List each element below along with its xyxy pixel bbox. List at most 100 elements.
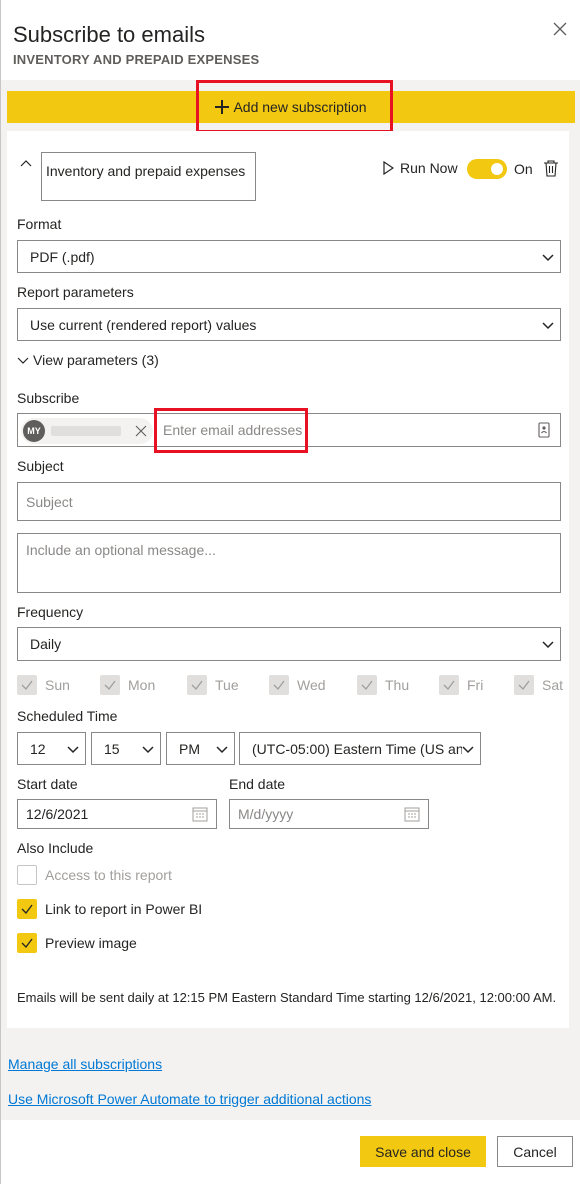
subscription-toggle[interactable]	[467, 159, 507, 179]
hour-value: 12	[30, 740, 46, 757]
day-label: Mon	[128, 677, 156, 693]
dialog-title: Subscribe to emails	[13, 22, 205, 47]
day-checkbox-sat[interactable]: Sat	[514, 675, 563, 695]
day-label: Wed	[297, 677, 326, 693]
chevron-down-icon	[542, 321, 554, 329]
dialog-subtitle: INVENTORY AND PREPAID EXPENSES	[13, 52, 260, 67]
day-label: Fri	[467, 677, 484, 693]
start-date-label: Start date	[17, 776, 78, 792]
chevron-down-icon	[67, 745, 79, 753]
preview-image-checkbox[interactable]: Preview image	[17, 933, 137, 953]
ampm-value: PM	[179, 740, 200, 757]
format-select[interactable]: PDF (.pdf)	[17, 240, 561, 273]
scheduled-time-label: Scheduled Time	[17, 708, 118, 724]
checkmark-icon	[100, 675, 120, 695]
hour-select[interactable]: 12	[17, 732, 86, 765]
remove-recipient-icon[interactable]	[135, 425, 147, 437]
day-checkbox-sun[interactable]: Sun	[17, 675, 70, 695]
checkmark-icon	[269, 675, 289, 695]
add-subscription-label: Add new subscription	[233, 99, 367, 115]
minute-select[interactable]: 15	[91, 732, 161, 765]
day-checkbox-wed[interactable]: Wed	[269, 675, 326, 695]
plus-icon	[215, 100, 230, 114]
trash-icon[interactable]	[543, 159, 559, 177]
chevron-down-icon	[216, 745, 228, 753]
checkmark-icon	[17, 933, 37, 953]
frequency-select[interactable]: Daily	[17, 627, 561, 661]
ampm-select[interactable]: PM	[166, 732, 235, 765]
format-value: PDF (.pdf)	[30, 248, 95, 265]
message-input[interactable]	[17, 533, 561, 593]
report-parameters-label: Report parameters	[17, 284, 134, 300]
link-report-label: Link to report in Power BI	[45, 901, 203, 917]
access-report-checkbox[interactable]: Access to this report	[17, 865, 172, 885]
day-label: Sat	[542, 677, 564, 693]
format-label: Format	[17, 216, 62, 232]
day-checkbox-mon[interactable]: Mon	[100, 675, 155, 695]
checkmark-icon	[439, 675, 459, 695]
start-date-value: 12/6/2021	[26, 806, 89, 822]
link-report-checkbox[interactable]: Link to report in Power BI	[17, 899, 202, 919]
recipient-name-redacted	[51, 426, 121, 436]
address-book-icon[interactable]	[538, 422, 550, 438]
subscription-name-field[interactable]: Inventory and prepaid expenses	[41, 152, 256, 201]
checkmark-icon	[187, 675, 207, 695]
checkmark-icon	[17, 899, 37, 919]
checkbox-empty	[17, 865, 37, 885]
chevron-down-icon	[542, 253, 554, 261]
start-date-field[interactable]: 12/6/2021	[17, 799, 217, 829]
day-label: Thu	[385, 677, 410, 693]
email-recipients-field: MY	[17, 413, 561, 447]
run-now-button[interactable]: Run Now	[382, 160, 458, 176]
frequency-value: Daily	[30, 636, 62, 652]
access-report-label: Access to this report	[45, 867, 172, 883]
also-include-label: Also Include	[17, 840, 94, 856]
end-date-label: End date	[229, 776, 286, 792]
view-parameters-toggle[interactable]: View parameters (3)	[17, 352, 159, 368]
end-date-placeholder: M/d/yyyy	[238, 806, 294, 822]
calendar-icon[interactable]	[192, 806, 208, 822]
dialog-footer	[1, 1120, 580, 1184]
minute-value: 15	[104, 740, 120, 757]
frequency-label: Frequency	[17, 604, 84, 620]
email-input[interactable]	[163, 420, 533, 440]
toggle-label: On	[514, 161, 533, 177]
end-date-field[interactable]: M/d/yyyy	[229, 799, 429, 829]
day-checkbox-fri[interactable]: Fri	[439, 675, 483, 695]
checkmark-icon	[17, 675, 37, 695]
avatar: MY	[23, 420, 45, 442]
report-parameters-select[interactable]: Use current (rendered report) values	[17, 308, 561, 341]
schedule-summary: Emails will be sent daily at 12:15 PM Ea…	[17, 990, 557, 1005]
dialog-header: Subscribe to emails INVENTORY AND PREPAI…	[1, 0, 580, 80]
view-parameters-label: View parameters (3)	[33, 352, 159, 368]
chevron-down-icon	[142, 745, 154, 753]
subject-label: Subject	[17, 458, 64, 474]
subject-input[interactable]	[17, 482, 561, 521]
checkmark-icon	[514, 675, 534, 695]
manage-subscriptions-link[interactable]: Manage all subscriptions	[8, 1056, 162, 1072]
timezone-select[interactable]: (UTC-05:00) Eastern Time (US and	[239, 732, 481, 765]
chevron-down-icon	[462, 743, 474, 754]
chevron-down-icon	[542, 641, 554, 649]
power-automate-link[interactable]: Use Microsoft Power Automate to trigger …	[8, 1091, 371, 1107]
day-checkbox-thu[interactable]: Thu	[357, 675, 409, 695]
day-checkbox-tue[interactable]: Tue	[187, 675, 239, 695]
cancel-button[interactable]: Cancel	[497, 1136, 573, 1167]
close-icon[interactable]	[551, 20, 569, 38]
calendar-icon[interactable]	[404, 806, 420, 822]
preview-image-label: Preview image	[45, 935, 137, 951]
subscribe-label: Subscribe	[17, 390, 80, 406]
report-parameters-value: Use current (rendered report) values	[30, 316, 257, 333]
recipient-chip: MY	[21, 418, 153, 444]
day-label: Sun	[45, 677, 70, 693]
chevron-down-icon	[17, 357, 29, 364]
chevron-up-icon[interactable]	[20, 158, 32, 170]
save-and-close-button[interactable]: Save and close	[360, 1136, 486, 1167]
timezone-value: (UTC-05:00) Eastern Time (US and	[252, 740, 472, 757]
run-now-label: Run Now	[400, 160, 458, 176]
checkmark-icon	[357, 675, 377, 695]
play-icon	[383, 161, 394, 175]
subscribe-panel: Subscribe to emails INVENTORY AND PREPAI…	[0, 0, 580, 1184]
add-subscription-button[interactable]: Add new subscription	[7, 91, 575, 123]
day-label: Tue	[215, 677, 239, 693]
